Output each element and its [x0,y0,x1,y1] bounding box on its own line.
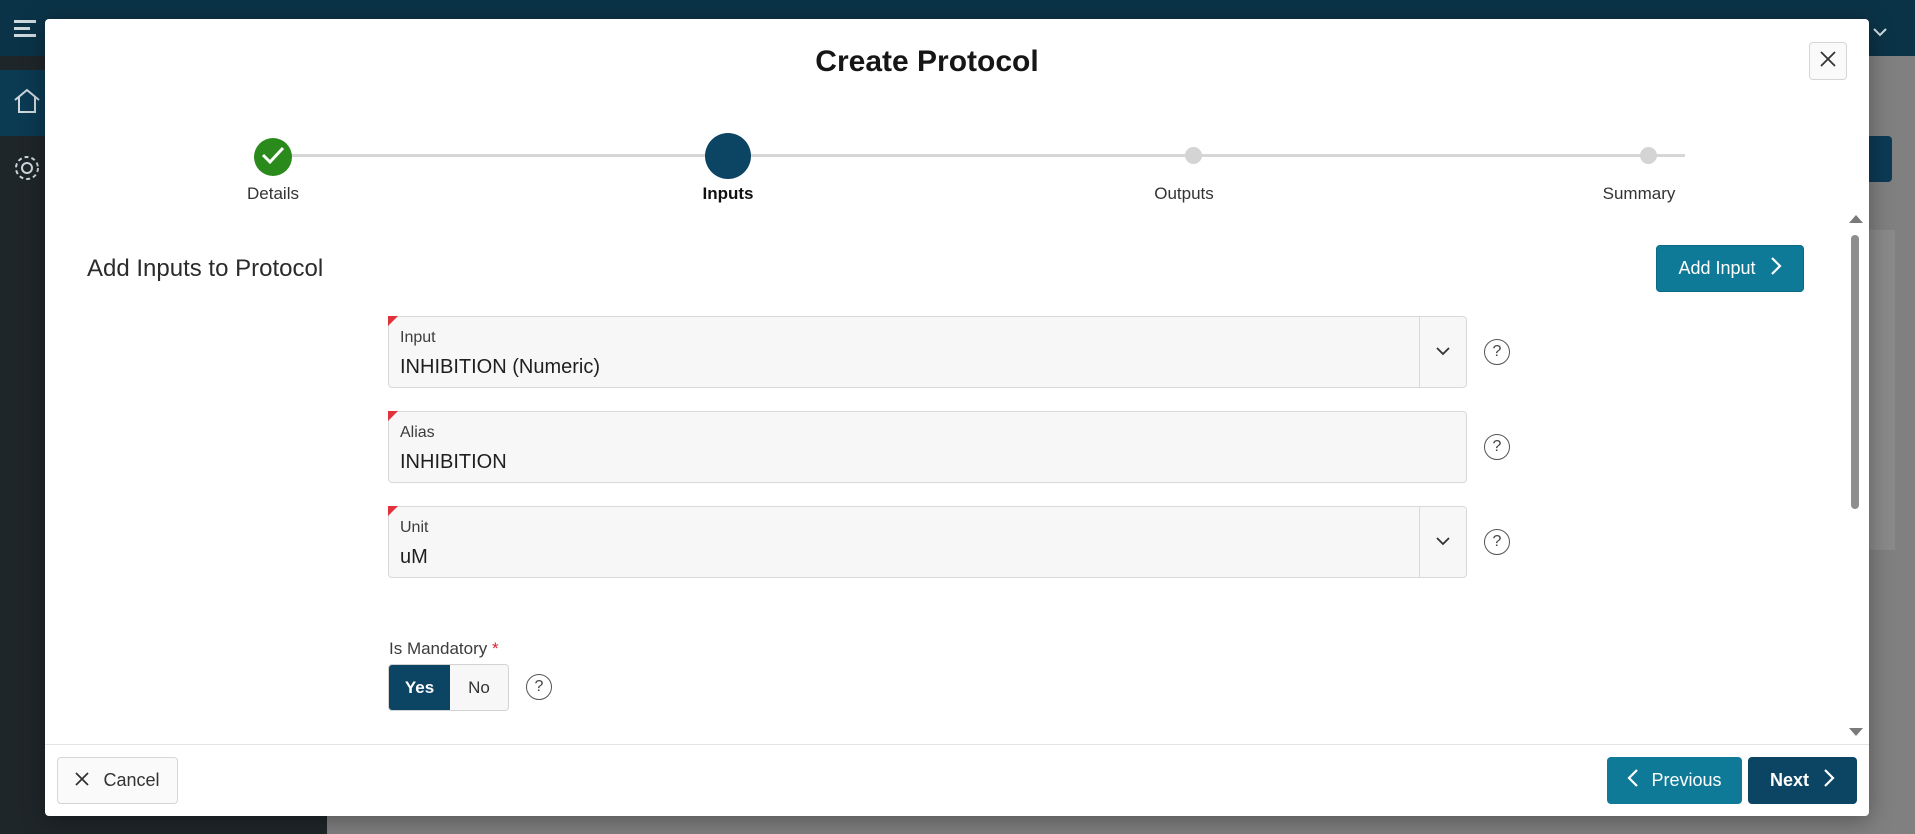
step-label-details[interactable]: Details [173,184,373,204]
required-marker [388,316,398,326]
unit-field-label: Unit [400,519,429,536]
cancel-button[interactable]: Cancel [57,757,178,804]
close-icon [1819,50,1837,73]
alias-field-value[interactable]: INHIBITION [400,451,507,474]
scroll-up-arrow[interactable] [1849,215,1863,223]
close-icon [75,770,90,791]
input-dropdown-toggle[interactable] [1419,317,1466,387]
input-field-label: Input [400,329,436,346]
required-marker [388,506,398,516]
modal-title: Create Protocol [815,45,1039,78]
step-label-summary[interactable]: Summary [1539,184,1739,204]
gear-icon [12,153,42,188]
help-icon[interactable]: ? [1484,434,1510,460]
help-icon[interactable]: ? [1484,529,1510,555]
bg-panel [1868,230,1895,550]
chevron-down-icon [1435,343,1451,361]
section-title: Add Inputs to Protocol [87,255,324,282]
help-icon[interactable]: ? [526,674,552,700]
chevron-right-icon [1823,768,1835,793]
home-icon [12,86,42,121]
mandatory-yes-option[interactable]: Yes [389,665,450,710]
input-field-value[interactable]: INHIBITION (Numeric) [400,356,600,379]
is-mandatory-label: Is Mandatory * [389,639,499,659]
previous-label: Previous [1651,770,1722,790]
previous-button[interactable]: Previous [1607,757,1742,804]
unit-field-value[interactable]: uM [400,546,428,569]
unit-dropdown-toggle[interactable] [1419,507,1466,577]
checkmark-icon [260,144,286,171]
next-label: Next [1769,770,1809,790]
add-input-label: Add Input [1678,258,1756,278]
required-marker [388,411,398,421]
required-star: * [492,639,499,658]
scroll-down-arrow[interactable] [1849,728,1863,736]
step-outputs-indicator[interactable] [1185,147,1202,164]
cancel-label: Cancel [103,770,160,790]
footer-divider [45,744,1869,745]
chevron-down-icon [1435,533,1451,551]
scrollbar-thumb[interactable] [1851,235,1859,509]
help-icon[interactable]: ? [1484,339,1510,365]
add-input-button[interactable]: Add Input [1656,245,1804,292]
alias-input-field[interactable]: Alias INHIBITION [388,411,1467,483]
is-mandatory-toggle[interactable]: Yes No [388,664,509,711]
bg-action-button [1868,136,1892,182]
next-button[interactable]: Next [1748,757,1857,804]
step-inputs-current-indicator[interactable] [705,133,751,179]
chevron-left-icon [1627,768,1639,793]
chevron-down-icon [1872,24,1888,40]
step-label-inputs[interactable]: Inputs [628,184,828,204]
close-button[interactable] [1809,42,1847,80]
is-mandatory-text: Is Mandatory [389,639,488,658]
menu-icon [14,18,40,45]
chevron-right-icon [1770,256,1782,281]
step-summary-indicator[interactable] [1640,147,1657,164]
input-select-field[interactable]: Input INHIBITION (Numeric) [388,316,1467,388]
mandatory-no-option[interactable]: No [450,665,508,710]
create-protocol-modal: Create Protocol Details Inputs Outputs S… [45,19,1869,816]
alias-field-label: Alias [400,424,435,441]
step-label-outputs[interactable]: Outputs [1084,184,1284,204]
unit-select-field[interactable]: Unit uM [388,506,1467,578]
step-details-complete-indicator[interactable] [254,138,292,176]
stepper-track [273,154,1685,157]
